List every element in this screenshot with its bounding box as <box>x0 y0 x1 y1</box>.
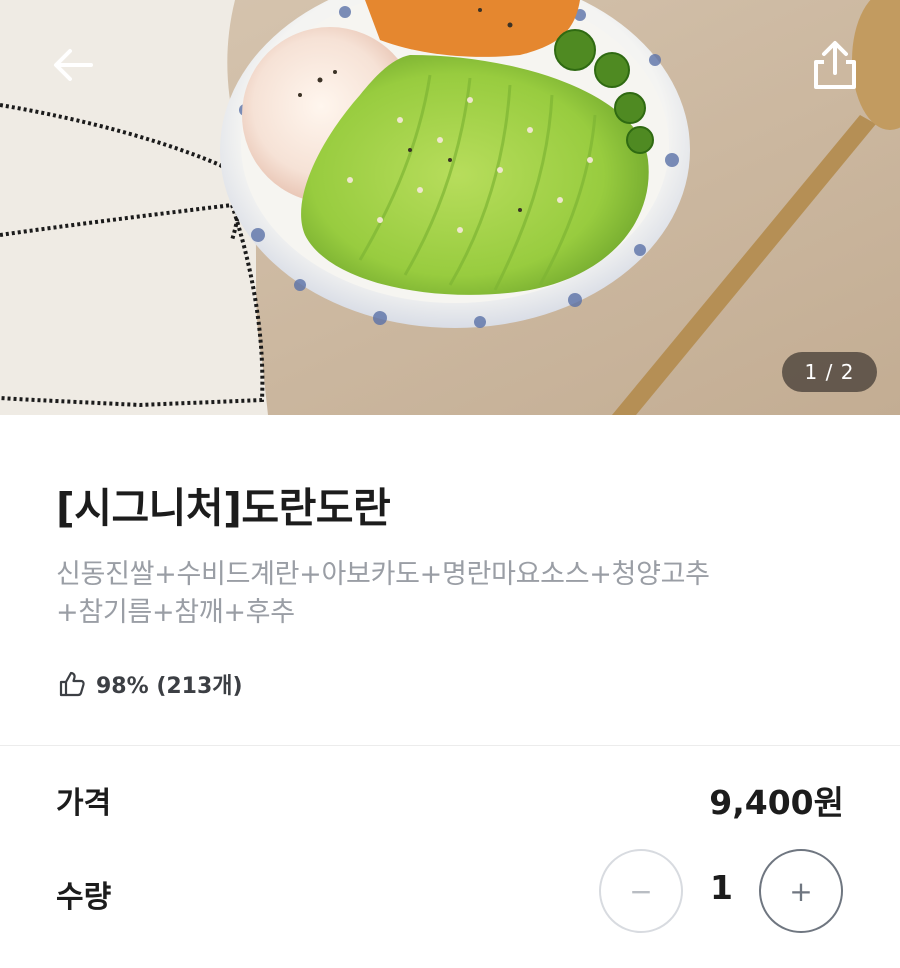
quantity-value: 1 <box>710 868 733 907</box>
quantity-label: 수량 <box>56 880 112 915</box>
section-divider <box>0 745 900 746</box>
quantity-increase-button[interactable]: + <box>759 849 843 933</box>
description-line: +참기름+참깨+후추 <box>56 597 295 628</box>
price-label: 가격 <box>56 786 112 821</box>
quantity-decrease-button[interactable]: − <box>599 849 683 933</box>
rating-text: 98% (213개) <box>96 674 243 699</box>
product-image-carousel[interactable]: 1 / 2 <box>0 0 900 415</box>
minus-icon: − <box>629 874 653 908</box>
product-title: [시그니처]도란도란 <box>56 484 391 532</box>
arrow-left-icon <box>54 49 93 81</box>
plus-icon: + <box>789 874 813 908</box>
page-indicator: 1 / 2 <box>782 352 877 392</box>
rating: 98% (213개) <box>58 666 243 702</box>
product-photo <box>0 0 900 415</box>
share-icon <box>814 41 856 89</box>
share-button[interactable] <box>805 35 865 95</box>
product-description: 신동진쌀+수비드계란+아보카도+명란마요소스+청양고추 +참기름+참깨+후추 <box>56 556 846 632</box>
thumbs-up-icon <box>59 671 85 697</box>
back-button[interactable] <box>43 35 103 95</box>
price-value: 9,400원 <box>709 783 844 822</box>
description-line: 신동진쌀+수비드계란+아보카도+명란마요소스+청양고추 <box>56 559 710 590</box>
